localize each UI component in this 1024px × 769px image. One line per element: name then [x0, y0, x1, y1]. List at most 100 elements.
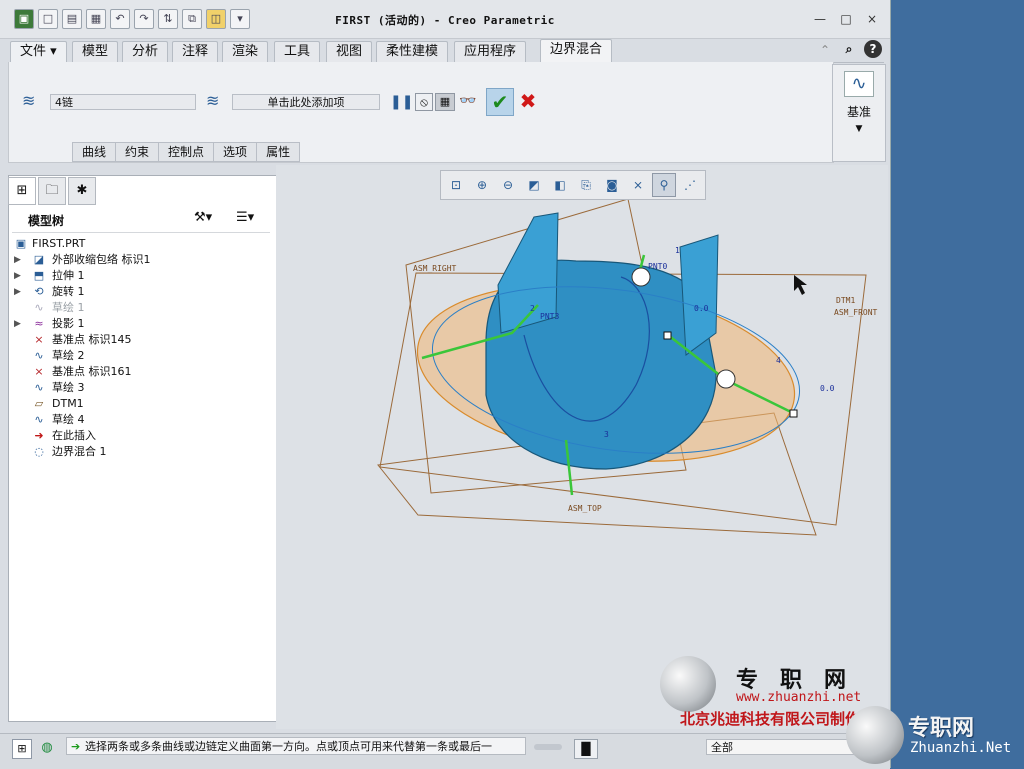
datum-point-icon: × [34, 333, 44, 346]
title-bar: ▣ □ ▤ ▦ ↶ ↷ ⇅ ⧉ ◫ ▾ FIRST (活动的) - Creo P… [0, 0, 890, 39]
tab-tools[interactable]: 工具 [274, 41, 321, 62]
value-label-upper: 0.0 [694, 304, 709, 313]
chain-label-4: 4 [776, 356, 781, 365]
point-label-pnt0: PNT0 [648, 262, 667, 271]
sketch-icon: ∿ [34, 301, 44, 314]
drag-handle-right[interactable] [716, 369, 736, 389]
subtab-properties[interactable]: 属性 [256, 142, 301, 162]
datum-display-icon[interactable]: ⨯ [626, 173, 650, 197]
insert-here-icon: ➜ [34, 429, 44, 442]
tab-flexible-modeling[interactable]: 柔性建模 [376, 41, 449, 62]
folder-browser-tab-icon[interactable]: 🗀 [38, 177, 66, 205]
plane-label-top: ASM_TOP [568, 504, 602, 513]
chevron-down-icon: ▼ [855, 124, 863, 134]
subtab-curves[interactable]: 曲线 [72, 142, 117, 162]
chain-label-2: 2 [530, 304, 535, 313]
first-direction-chain-field[interactable]: 4链 [50, 94, 196, 110]
watermark-url-2: Zhuanzhi.Net [910, 740, 1012, 756]
part-icon: ▣ [15, 237, 27, 250]
show-navigator-icon[interactable]: ⊞ [12, 739, 32, 759]
refit-icon[interactable]: ⊡ [444, 173, 468, 197]
collapse-ribbon-icon[interactable]: ⌃ [816, 41, 834, 59]
datum-sketch-icon: ∿ [844, 71, 874, 97]
navigator-tabs: ⊞ 🗀 ✱ [8, 177, 98, 205]
view-toolbar: ⊡ ⊕ ⊖ ◩ ◧ ⎘ ◙ ⨯ ⚲ ⋰ [440, 170, 706, 200]
project-icon: ≈ [34, 317, 44, 330]
tree-divider [12, 232, 270, 233]
datum-plane-icon: ▱ [34, 397, 44, 410]
plane-label-right: ASM_RIGHT [413, 264, 457, 273]
sketch-icon: ∿ [34, 349, 44, 362]
tab-model[interactable]: 模型 [72, 41, 119, 62]
favorites-tab-icon[interactable]: ✱ [68, 177, 96, 205]
subtab-constraints[interactable]: 约束 [115, 142, 160, 162]
status-message: ➔ 选择两条或多条曲线或边链定义曲面第一方向。点或顶点可用来代替第一条或最后一 [66, 737, 526, 755]
tree-settings-icon[interactable]: ⚒▾ [194, 209, 214, 227]
plane-label-front: ASM_FRONT [834, 308, 878, 317]
tab-view[interactable]: 视图 [326, 41, 373, 62]
slider-icon[interactable] [534, 744, 562, 750]
find-icon[interactable]: ▐▌ [574, 739, 598, 759]
prompt-arrow-icon: ➔ [71, 740, 81, 753]
window-title: FIRST (活动的) - Creo Parametric [335, 14, 555, 27]
control-point-square[interactable] [663, 331, 672, 340]
value-label-lower: 0.0 [820, 384, 835, 393]
chain-label-1: 1 [675, 246, 680, 255]
datum-group[interactable]: ∿ 基准 ▼ [832, 64, 886, 162]
point-label-pnt3: PNT3 [540, 312, 559, 321]
verify-preview-icon[interactable]: 👓 [459, 92, 481, 110]
tab-boundary-blend[interactable]: 边界混合 [540, 39, 613, 62]
display-style-icon[interactable]: ◧ [548, 173, 572, 197]
revolve-icon: ⟲ [34, 285, 44, 298]
view-manager-icon[interactable]: ◙ [600, 173, 624, 197]
tab-render[interactable]: 渲染 [222, 41, 269, 62]
second-direction-field[interactable]: 单击此处添加项 [232, 94, 380, 110]
ribbon-subtabs: 曲线 约束 控制点 选项 属性 [72, 142, 301, 162]
close-button[interactable]: × [864, 11, 880, 27]
maximize-button[interactable]: □ [838, 11, 854, 27]
apply-ok-button[interactable]: ✔ [486, 88, 514, 116]
minimize-button[interactable]: — [812, 11, 828, 27]
tab-annotate[interactable]: 注释 [172, 41, 219, 62]
status-message-text: 选择两条或多条曲线或边链定义曲面第一方向。点或顶点可用来代替第一条或最后一 [85, 740, 492, 753]
first-direction-icon[interactable]: ≋ [22, 92, 44, 110]
datum-point-icon: × [34, 365, 44, 378]
control-point-square[interactable] [789, 409, 798, 418]
subtab-options[interactable]: 选项 [213, 142, 258, 162]
sketch-icon: ∿ [34, 381, 44, 394]
subtab-control-points[interactable]: 控制点 [158, 142, 215, 162]
saved-views-icon[interactable]: ⎘ [574, 173, 598, 197]
watermark-url: www.zhuanzhi.net [736, 690, 862, 705]
tab-analysis[interactable]: 分析 [122, 41, 169, 62]
graphics-viewport[interactable]: ASM_RIGHT ASM_FRONT ASM_TOP DTM1 PNT0 PN… [276, 165, 888, 729]
zoom-in-icon[interactable]: ⊕ [470, 173, 494, 197]
zoom-out-icon[interactable]: ⊖ [496, 173, 520, 197]
model-tree-header: 模型树 [28, 214, 65, 228]
tab-applications[interactable]: 应用程序 [454, 41, 527, 62]
cancel-button[interactable]: ✖ [517, 88, 539, 114]
app-window: ▣ □ ▤ ▦ ↶ ↷ ⇅ ⧉ ◫ ▾ FIRST (活动的) - Creo P… [0, 0, 890, 769]
annotation-display-icon[interactable]: ⋰ [678, 173, 702, 197]
repaint-icon[interactable]: ◩ [522, 173, 546, 197]
spin-center-icon[interactable]: ⚲ [652, 173, 676, 197]
tree-show-icon[interactable]: ☰▾ [236, 209, 258, 227]
tab-file[interactable]: 文件 ▾ [10, 41, 67, 62]
preview-mesh-icon[interactable]: ▦ [435, 93, 455, 111]
second-direction-icon[interactable]: ≋ [206, 92, 228, 110]
model-tree-tab-icon[interactable]: ⊞ [8, 177, 36, 205]
shrinkwrap-icon: ◪ [33, 253, 45, 266]
chain-label-3: 3 [604, 430, 609, 439]
model-canvas[interactable]: ASM_RIGHT ASM_FRONT ASM_TOP DTM1 PNT0 PN… [276, 165, 888, 729]
watermark-brand-2: 专职网 [908, 716, 975, 741]
help-icon[interactable]: ? [864, 40, 882, 58]
boundary-blend-icon: ◌ [34, 445, 44, 458]
pause-icon[interactable]: ❚❚ [390, 93, 413, 111]
search-icon[interactable]: ⌕ [840, 40, 858, 58]
datum-label: 基准 [846, 105, 871, 119]
sketch-icon: ∿ [34, 413, 44, 426]
watermark-logo-ball [660, 656, 716, 712]
no-preview-icon[interactable]: ⦸ [415, 93, 433, 111]
mouse-cursor-icon [794, 275, 807, 295]
show-browser-icon[interactable]: ◍ [38, 739, 56, 757]
plane-label-dtm1: DTM1 [836, 296, 855, 305]
